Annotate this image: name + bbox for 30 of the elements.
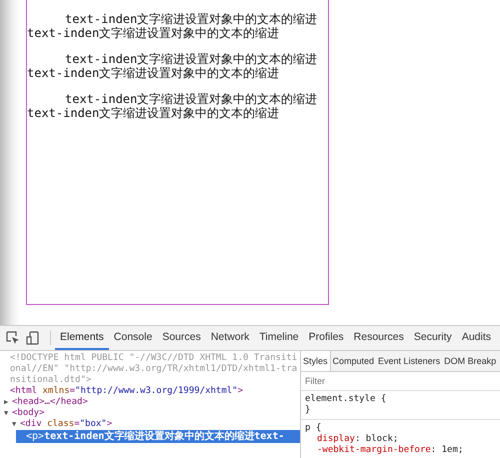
device-icon[interactable] bbox=[26, 331, 40, 345]
devtools-tab[interactable]: Elements bbox=[55, 326, 109, 350]
dom-node[interactable]: <head>…</head> bbox=[12, 397, 88, 408]
paragraph-line: text-inden文字缩进设置对象中的文本的缩进 bbox=[27, 106, 280, 120]
devtools-tab[interactable]: Console bbox=[108, 326, 158, 350]
css-brace: } bbox=[305, 405, 312, 416]
dom-node[interactable]: <html xmlns="http://www.w3.org/1999/xhtml"> bbox=[10, 386, 244, 397]
devtools-tab[interactable]: Security bbox=[408, 326, 457, 350]
devtools-tab[interactable]: Timeline bbox=[254, 326, 304, 350]
devtools-tab[interactable]: Resources bbox=[348, 326, 409, 350]
devtools-tab[interactable]: Network bbox=[206, 326, 254, 350]
css-selector: element.style { bbox=[305, 394, 388, 405]
paragraph-line: text-inden文字缩进设置对象中的文本的缩进 bbox=[64, 52, 318, 66]
inspect-icon[interactable] bbox=[6, 331, 20, 345]
css-declaration: -webkit-margin-before: 1em; bbox=[316, 445, 464, 456]
paragraph-line: text-inden文字缩进设置对象中的文本的缩进 bbox=[27, 66, 280, 80]
paragraph-line: text-inden文字缩进设置对象中的文本的缩进 bbox=[64, 92, 318, 106]
paragraph-line: text-inden文字缩进设置对象中的文本的缩进 bbox=[27, 26, 280, 40]
styles-tab[interactable]: Event Listeners bbox=[376, 351, 442, 371]
styles-tab[interactable]: Styles bbox=[301, 351, 331, 371]
devtools-tab[interactable]: Profiles bbox=[304, 326, 349, 350]
paragraph-line: text-inden文字缩进设置对象中的文本的缩进 bbox=[64, 12, 318, 26]
dom-node[interactable]: <body> bbox=[12, 408, 45, 419]
styles-tab[interactable]: Computed bbox=[330, 351, 376, 371]
dom-node[interactable]: <div class="box"> bbox=[20, 419, 112, 430]
css-declaration: display: block; bbox=[316, 434, 400, 445]
devtools-tab[interactable]: Audits bbox=[456, 326, 496, 350]
css-selector: p { bbox=[305, 423, 322, 434]
styles-tab[interactable]: DOM Breakp bbox=[442, 351, 498, 371]
devtools-tab[interactable]: Sources bbox=[157, 326, 206, 350]
